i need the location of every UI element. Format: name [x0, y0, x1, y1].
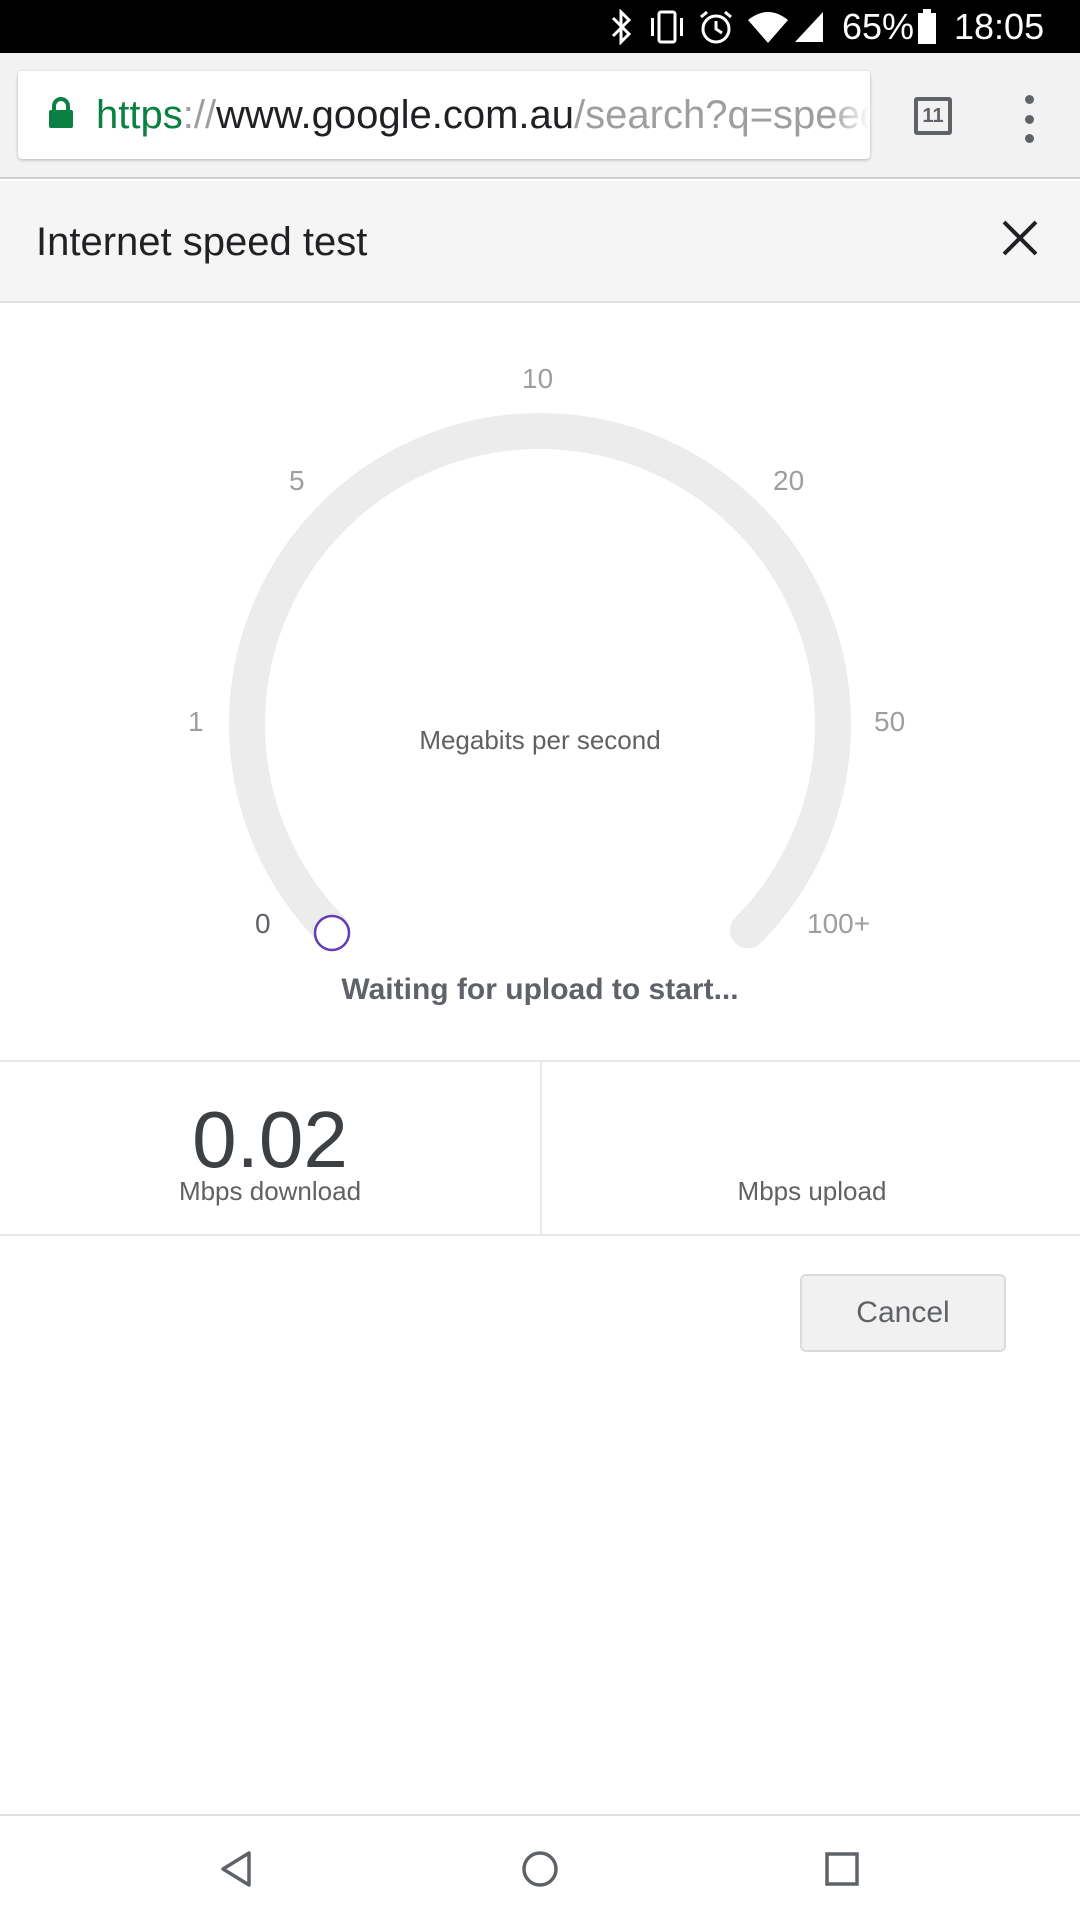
- url-text[interactable]: https://www.google.com.au/search?q=speed: [96, 91, 870, 139]
- close-icon[interactable]: [996, 214, 1044, 262]
- download-speed-label: Mbps download: [178, 1176, 362, 1206]
- bluetooth-icon: [606, 8, 636, 46]
- test-status: Waiting for upload to start...: [341, 973, 739, 1006]
- gauge-label-100: 100+: [807, 908, 871, 939]
- clock: 18:05: [954, 6, 1045, 47]
- lock-icon: [48, 97, 74, 134]
- results-divider: [540, 1062, 542, 1236]
- battery-percent: 65%: [842, 6, 915, 47]
- back-icon[interactable]: [212, 1844, 262, 1894]
- gauge-label-5: 5: [289, 465, 305, 496]
- system-nav-bar: [0, 1814, 1080, 1920]
- url-host: www.google.com.au: [216, 93, 575, 137]
- gauge-track: [229, 413, 851, 949]
- home-icon[interactable]: [515, 1844, 565, 1894]
- tab-switcher-button[interactable]: 11: [914, 97, 952, 135]
- download-speed-value: 0.02: [192, 1095, 348, 1184]
- page-title: Internet speed test: [36, 220, 368, 264]
- cell-signal-icon: [792, 8, 826, 46]
- url-scheme: https: [96, 93, 183, 137]
- cancel-button[interactable]: Cancel: [800, 1274, 1006, 1352]
- gauge-unit-caption: Megabits per second: [419, 725, 661, 755]
- recents-icon[interactable]: [817, 1844, 867, 1894]
- battery-icon: [916, 8, 938, 46]
- overflow-menu-icon[interactable]: [1016, 95, 1042, 143]
- results-panel: 0.02 Mbps download Mbps upload: [0, 1060, 1080, 1236]
- url-bar[interactable]: https://www.google.com.au/search?q=speed: [18, 71, 870, 159]
- gauge-label-20: 20: [773, 465, 805, 496]
- url-path: /search?q=speed: [574, 93, 870, 137]
- alarm-icon: [696, 8, 736, 46]
- tab-count: 11: [922, 104, 944, 127]
- browser-toolbar: https://www.google.com.au/search?q=speed…: [0, 53, 1080, 179]
- url-separator: ://: [182, 93, 217, 137]
- gauge-label-10: 10: [522, 363, 554, 394]
- status-bar: 65% 18:05: [0, 0, 1080, 53]
- upload-speed-label: Mbps upload: [737, 1176, 887, 1206]
- speed-gauge: 0 1 5 10 20 50 100+ Megabits per second …: [0, 303, 1080, 1063]
- gauge-indicator: [313, 914, 351, 952]
- gauge-label-50: 50: [874, 706, 906, 737]
- gauge-label-0: 0: [255, 908, 271, 939]
- wifi-icon: [746, 8, 790, 46]
- vibrate-icon: [646, 8, 688, 46]
- speed-test-header: Internet speed test: [0, 181, 1080, 303]
- gauge-label-1: 1: [188, 706, 204, 737]
- url-fade: [830, 71, 870, 159]
